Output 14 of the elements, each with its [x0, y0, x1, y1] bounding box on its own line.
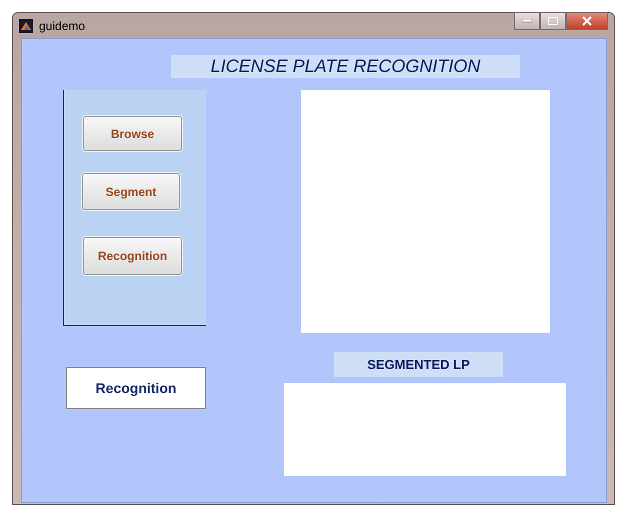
close-icon	[582, 16, 592, 26]
action-button[interactable]: Segment	[82, 173, 180, 210]
maximize-icon	[548, 17, 558, 25]
window-title: guidemo	[39, 18, 86, 32]
minimize-icon	[522, 19, 532, 23]
action-button[interactable]: Browse	[83, 116, 182, 151]
result-text: Recognition	[66, 367, 206, 409]
close-button[interactable]	[566, 12, 608, 30]
app-icon	[19, 18, 33, 32]
minimize-button[interactable]	[514, 12, 540, 30]
maximize-button[interactable]	[540, 12, 566, 30]
segmented-label: SEGMENTED LP	[334, 352, 503, 377]
action-button[interactable]: Recognition	[83, 237, 182, 275]
title-label: LICENSE PLATE RECOGNITION	[171, 55, 520, 78]
